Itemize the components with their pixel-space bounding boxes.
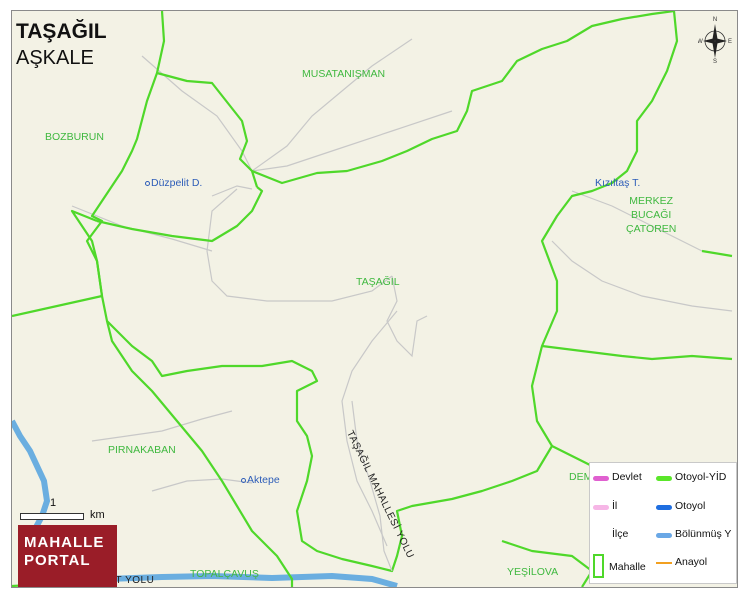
region-label-pirnakaban: PIRNAKABAN: [108, 444, 176, 456]
legend-label-bolunmus-yol: Bölünmüş Y: [675, 528, 732, 540]
compass-rose-icon: N S E W: [698, 17, 732, 64]
legend-swatch-otoyol: [656, 505, 672, 510]
compass-n: N: [713, 17, 717, 23]
legend-swatch-anayol: [656, 562, 672, 564]
region-label-bozburun: BOZBURUN: [45, 131, 104, 143]
place-dot-icon: [145, 180, 150, 186]
legend-swatch-mahalle: [593, 554, 604, 578]
place-marker-aktepe[interactable]: Aktepe: [241, 474, 280, 486]
place-marker-kiziltas[interactable]: Kızıltaş T.: [595, 177, 640, 189]
place-label: Kızıltaş T.: [595, 177, 641, 189]
map-title: TAŞAĞIL: [16, 20, 107, 43]
scale-bar: 1 km: [20, 497, 140, 527]
legend-label-devlet: Devlet: [612, 471, 642, 483]
logo-line-2: PORTAL: [24, 552, 91, 569]
map-subtitle: AŞKALE: [16, 47, 94, 69]
compass-s: S: [713, 59, 717, 64]
compass-e: E: [728, 39, 732, 45]
region-label-merkez: MERKEZ BUCAĞI ÇATOREN: [626, 195, 677, 235]
legend-label-otoyol-yid: Otoyol-YİD: [675, 471, 727, 483]
legend-swatch-il: [593, 505, 609, 510]
place-marker-duzpelit[interactable]: Düzpelit D.: [145, 177, 202, 189]
legend-swatch-bolunmus-yol: [656, 533, 672, 538]
legend-swatch-otoyol-yid: [656, 476, 672, 481]
region-label-topalcavus: TOPALÇAVUŞ: [190, 568, 259, 580]
region-label-musataniman: MUSATANIŞMAN: [302, 68, 386, 80]
legend-swatch-ilce: [593, 533, 609, 538]
region-label-yesilova: YEŞİLOVA: [507, 566, 559, 578]
legend-swatch-devlet: [593, 476, 609, 481]
legend-label-il: İl: [612, 500, 618, 512]
place-dot-icon: [241, 477, 246, 483]
legend-label-anayol: Anayol: [675, 556, 708, 568]
map-legend: Devlet Otoyol-YİD İl Otoyol İlçe Bölünmü…: [589, 462, 737, 584]
scale-value: 1: [50, 497, 57, 509]
legend-label-otoyol: Otoyol: [675, 500, 706, 512]
place-label: Düzpelit D.: [151, 177, 203, 189]
scale-unit: km: [90, 509, 105, 521]
scale-bar-graphic: [20, 513, 84, 520]
legend-label-ilce: İlçe: [612, 528, 629, 540]
place-label: Aktepe: [247, 474, 280, 486]
legend-label-mahalle: Mahalle: [609, 561, 646, 573]
compass-w: W: [698, 39, 703, 45]
mahalle-portal-logo[interactable]: MAHALLE PORTAL: [18, 525, 117, 587]
region-label-tasagil: TAŞAĞIL: [356, 276, 400, 288]
map-frame[interactable]: TAŞAĞIL AŞKALE MUSATANIŞMAN BOZBURUN MER…: [11, 10, 738, 588]
logo-line-1: MAHALLE: [24, 534, 105, 551]
